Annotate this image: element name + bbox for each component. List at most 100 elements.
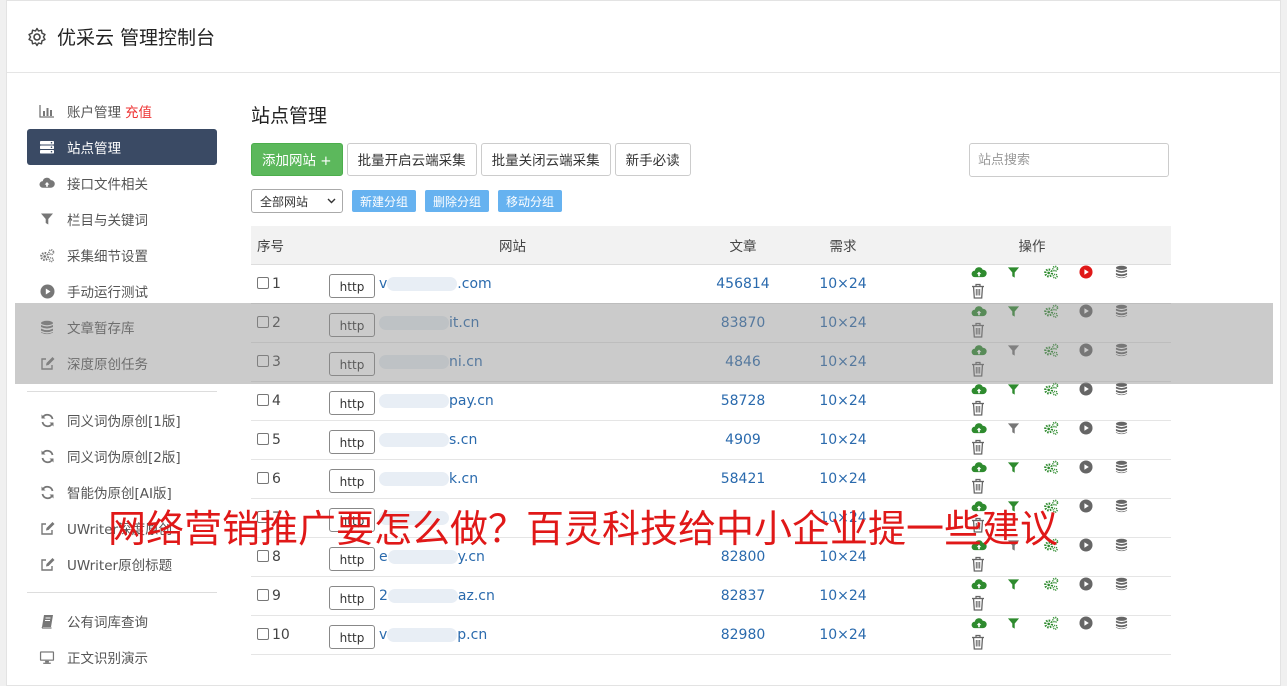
new-group-button[interactable]: 新建分组 <box>352 190 417 212</box>
cloud-upload-icon[interactable] <box>971 344 1007 357</box>
row-checkbox[interactable] <box>257 393 269 406</box>
cogs-icon[interactable] <box>1043 343 1079 357</box>
sidebar-item[interactable]: 采集细节设置 <box>27 237 217 273</box>
site-url-suffix[interactable]: pay.cn <box>449 393 494 409</box>
cogs-icon[interactable] <box>1043 460 1079 474</box>
database-icon[interactable] <box>1115 616 1151 630</box>
site-url-prefix[interactable]: v <box>379 276 387 292</box>
database-icon[interactable] <box>1115 577 1151 591</box>
trash-icon[interactable] <box>971 478 1007 494</box>
group-select[interactable]: 全部网站 <box>251 189 343 213</box>
database-icon[interactable] <box>1115 538 1151 552</box>
filter-icon[interactable] <box>1007 305 1043 318</box>
trash-icon[interactable] <box>971 400 1007 416</box>
article-count[interactable]: 82980 <box>693 615 793 655</box>
sidebar-item[interactable]: 文章暂存库 <box>27 309 217 345</box>
trash-icon[interactable] <box>971 556 1007 572</box>
site-url-suffix[interactable]: ni.cn <box>449 354 483 370</box>
row-checkbox[interactable] <box>257 276 269 289</box>
database-icon[interactable] <box>1115 499 1151 513</box>
sidebar-item[interactable]: 站点管理 <box>27 129 217 165</box>
cloud-upload-icon[interactable] <box>971 266 1007 279</box>
trash-icon[interactable] <box>971 361 1007 377</box>
article-count[interactable]: 58421 <box>693 459 793 499</box>
cogs-icon[interactable] <box>1043 616 1079 630</box>
batch-open-cloud-button[interactable]: 批量开启云端采集 <box>346 142 477 176</box>
database-icon[interactable] <box>1115 304 1151 318</box>
cogs-icon[interactable] <box>1043 304 1079 318</box>
sidebar-item[interactable]: 同义词伪原创[1版] <box>27 402 217 438</box>
play-icon[interactable] <box>1079 615 1115 630</box>
site-url-suffix[interactable]: .com <box>457 276 491 292</box>
site-url-prefix[interactable]: 2 <box>379 588 388 604</box>
row-checkbox[interactable] <box>257 627 269 640</box>
sidebar-item[interactable]: 深度原创任务 <box>27 345 217 381</box>
demand-value[interactable]: 10×24 <box>793 303 893 343</box>
site-search-input[interactable] <box>969 143 1169 177</box>
cogs-icon[interactable] <box>1043 382 1079 396</box>
cloud-upload-icon[interactable] <box>971 461 1007 474</box>
demand-value[interactable]: 10×24 <box>793 264 893 304</box>
article-count[interactable]: 58728 <box>693 381 793 421</box>
play-icon[interactable] <box>1079 420 1115 435</box>
database-icon[interactable] <box>1115 343 1151 357</box>
play-icon[interactable] <box>1079 381 1115 396</box>
row-checkbox[interactable] <box>257 354 269 367</box>
protocol-badge[interactable]: http <box>329 468 375 493</box>
filter-icon[interactable] <box>1007 617 1043 630</box>
filter-icon[interactable] <box>1007 578 1043 591</box>
demand-value[interactable]: 10×24 <box>793 459 893 499</box>
row-checkbox[interactable] <box>257 588 269 601</box>
move-group-button[interactable]: 移动分组 <box>498 190 563 212</box>
protocol-badge[interactable]: http <box>329 351 375 376</box>
database-icon[interactable] <box>1115 265 1151 279</box>
sidebar-item[interactable]: 手动运行测试 <box>27 273 217 309</box>
article-count[interactable]: 4909 <box>693 420 793 460</box>
demand-value[interactable]: 10×24 <box>793 342 893 382</box>
play-icon[interactable] <box>1079 342 1115 357</box>
play-icon[interactable] <box>1079 264 1115 279</box>
cogs-icon[interactable] <box>1043 421 1079 435</box>
cloud-upload-icon[interactable] <box>971 305 1007 318</box>
demand-value[interactable]: 10×24 <box>793 381 893 421</box>
trash-icon[interactable] <box>971 322 1007 338</box>
cloud-upload-icon[interactable] <box>971 383 1007 396</box>
cloud-upload-icon[interactable] <box>971 617 1007 630</box>
article-count[interactable]: 82837 <box>693 576 793 616</box>
article-count[interactable]: 4846 <box>693 342 793 382</box>
play-icon[interactable] <box>1079 459 1115 474</box>
protocol-badge[interactable]: http <box>329 273 375 298</box>
cogs-icon[interactable] <box>1043 577 1079 591</box>
filter-icon[interactable] <box>1007 344 1043 357</box>
article-count[interactable]: 456814 <box>693 264 793 304</box>
play-icon[interactable] <box>1079 498 1115 513</box>
sidebar-item[interactable]: 栏目与关键词 <box>27 201 217 237</box>
site-url-suffix[interactable]: p.cn <box>457 627 487 643</box>
filter-icon[interactable] <box>1007 422 1043 435</box>
protocol-badge[interactable]: http <box>329 585 375 610</box>
filter-icon[interactable] <box>1007 266 1043 279</box>
database-icon[interactable] <box>1115 460 1151 474</box>
database-icon[interactable] <box>1115 421 1151 435</box>
row-checkbox[interactable] <box>257 315 269 328</box>
trash-icon[interactable] <box>971 634 1007 650</box>
add-site-button[interactable]: 添加网站 + <box>251 142 343 176</box>
trash-icon[interactable] <box>971 595 1007 611</box>
demand-value[interactable]: 10×24 <box>793 420 893 460</box>
sidebar-item[interactable]: 同义词伪原创[2版] <box>27 438 217 474</box>
cloud-upload-icon[interactable] <box>971 578 1007 591</box>
sidebar-item[interactable]: 公有词库查询 <box>27 603 217 639</box>
sidebar-item[interactable]: 接口文件相关 <box>27 165 217 201</box>
recharge-link[interactable]: 充值 <box>125 101 152 121</box>
play-icon[interactable] <box>1079 576 1115 591</box>
protocol-badge[interactable]: http <box>329 429 375 454</box>
filter-icon[interactable] <box>1007 383 1043 396</box>
site-url-prefix[interactable]: v <box>379 627 387 643</box>
play-icon[interactable] <box>1079 303 1115 318</box>
filter-icon[interactable] <box>1007 461 1043 474</box>
sidebar-item[interactable]: 正文识别演示 <box>27 639 217 675</box>
database-icon[interactable] <box>1115 382 1151 396</box>
site-url-suffix[interactable]: it.cn <box>449 315 479 331</box>
batch-close-cloud-button[interactable]: 批量关闭云端采集 <box>480 142 611 176</box>
sidebar-item[interactable]: 账户管理 充值 <box>27 93 217 129</box>
